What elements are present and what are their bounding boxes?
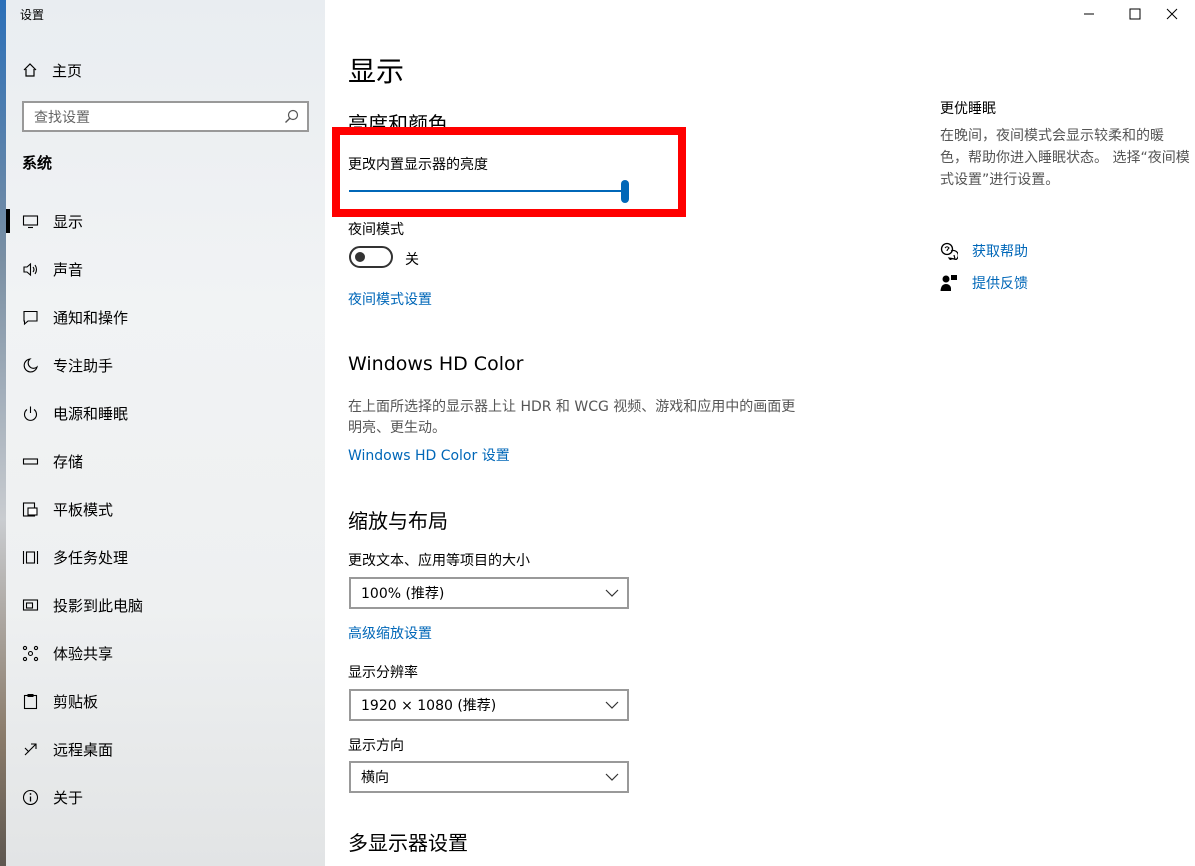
sidebar-item-label: 剪贴板 — [53, 692, 99, 711]
close-button[interactable] — [1149, 0, 1195, 28]
night-mode-settings-link[interactable]: 夜间模式设置 — [348, 289, 432, 309]
multi-display-section-title: 多显示器设置 — [348, 831, 468, 855]
sidebar-item-shared-experiences[interactable]: 体验共享 — [6, 629, 325, 677]
give-feedback-link[interactable]: 提供反馈 — [940, 273, 1028, 293]
project-icon — [22, 597, 39, 614]
sidebar-item-power-sleep[interactable]: 电源和睡眠 — [6, 389, 325, 437]
remote-desktop-icon — [22, 741, 39, 758]
sidebar-item-sound[interactable]: 声音 — [6, 245, 325, 293]
sidebar-item-label: 显示 — [53, 212, 84, 231]
feedback-icon — [940, 275, 957, 291]
home-icon — [23, 63, 37, 77]
sidebar-item-label: 专注助手 — [53, 356, 114, 375]
sidebar-item-label: 关于 — [53, 788, 84, 807]
night-mode-toggle[interactable] — [349, 246, 393, 268]
monitor-icon — [22, 213, 39, 230]
page-title: 显示 — [348, 55, 405, 88]
sidebar-item-label: 通知和操作 — [53, 308, 129, 327]
sidebar-item-focus-assist[interactable]: 专注助手 — [6, 341, 325, 389]
orientation-dropdown[interactable]: 横向 — [349, 761, 629, 793]
chevron-down-icon — [605, 589, 619, 597]
orientation-value: 横向 — [361, 770, 389, 786]
get-help-link[interactable]: 获取帮助 — [940, 241, 1028, 261]
clipboard-icon — [22, 693, 39, 710]
power-icon — [22, 405, 39, 422]
chevron-down-icon — [605, 701, 619, 709]
scale-dropdown[interactable]: 100% (推荐) — [349, 577, 629, 609]
sidebar-item-project-to-pc[interactable]: 投影到此电脑 — [6, 581, 325, 629]
search-icon — [285, 109, 299, 123]
sidebar: 设置 主页 查找设置 系统 显示 声音 通知和操作 专注助手 电源和睡眠 存储 … — [6, 0, 325, 866]
share-icon — [22, 645, 39, 662]
brightness-slider[interactable] — [349, 190, 625, 192]
sidebar-item-label: 体验共享 — [53, 644, 114, 663]
related-panel: 更优睡眠 在晚间，夜间模式会显示较柔和的暖色，帮助你进入睡眠状态。 选择“夜间模… — [940, 98, 1190, 191]
search-input[interactable]: 查找设置 — [22, 101, 309, 132]
chevron-down-icon — [605, 773, 619, 781]
sidebar-item-label: 远程桌面 — [53, 740, 114, 759]
get-help-label: 获取帮助 — [972, 244, 1028, 260]
home-button[interactable]: 主页 — [22, 58, 82, 82]
night-mode-state: 关 — [405, 252, 419, 268]
window-title: 设置 — [20, 8, 45, 22]
minimize-icon — [1084, 13, 1094, 15]
maximize-icon — [1129, 8, 1141, 20]
scale-label: 更改文本、应用等项目的大小 — [348, 553, 530, 569]
sidebar-item-remote-desktop[interactable]: 远程桌面 — [6, 725, 325, 773]
minimize-button[interactable] — [1066, 0, 1112, 28]
hdr-description: 在上面所选择的显示器上让 HDR 和 WCG 视频、游戏和应用中的画面更明亮、更… — [348, 399, 796, 436]
sidebar-item-label: 平板模式 — [53, 500, 114, 519]
sidebar-nav: 显示 声音 通知和操作 专注助手 电源和睡眠 存储 平板模式 多任务处理 投影到… — [6, 197, 325, 821]
close-icon — [1166, 8, 1178, 20]
notification-icon — [22, 309, 39, 326]
give-feedback-label: 提供反馈 — [972, 276, 1028, 292]
brightness-label: 更改内置显示器的亮度 — [348, 157, 488, 173]
night-mode-label: 夜间模式 — [348, 222, 404, 238]
sidebar-item-label: 投影到此电脑 — [53, 596, 144, 615]
orientation-label: 显示方向 — [348, 738, 404, 754]
resolution-label: 显示分辨率 — [348, 665, 418, 681]
sidebar-item-notifications[interactable]: 通知和操作 — [6, 293, 325, 341]
toggle-knob — [355, 252, 365, 262]
multitask-icon — [22, 549, 39, 566]
main-content: 显示 亮度和颜色 更改内置显示器的亮度 夜间模式 关 夜间模式设置 Window… — [325, 0, 1195, 866]
sidebar-item-clipboard[interactable]: 剪贴板 — [6, 677, 325, 725]
help-chat-icon — [940, 242, 958, 260]
search-placeholder: 查找设置 — [34, 109, 90, 126]
sidebar-item-display[interactable]: 显示 — [6, 197, 325, 245]
moon-icon — [22, 357, 39, 374]
resolution-value: 1920 × 1080 (推荐) — [361, 698, 497, 714]
sidebar-item-label: 电源和睡眠 — [53, 404, 129, 423]
scale-value: 100% (推荐) — [361, 586, 445, 602]
info-icon — [22, 789, 39, 806]
home-label: 主页 — [52, 61, 83, 80]
hdr-section-title: Windows HD Color — [348, 353, 524, 375]
advanced-scaling-link[interactable]: 高级缩放设置 — [348, 623, 432, 643]
sidebar-item-multitasking[interactable]: 多任务处理 — [6, 533, 325, 581]
related-title: 更优睡眠 — [940, 101, 996, 117]
sidebar-item-tablet-mode[interactable]: 平板模式 — [6, 485, 325, 533]
section-title-system: 系统 — [22, 154, 53, 172]
sidebar-item-storage[interactable]: 存储 — [6, 437, 325, 485]
sidebar-item-label: 声音 — [53, 260, 84, 279]
sidebar-item-label: 多任务处理 — [53, 548, 129, 567]
tablet-icon — [22, 501, 39, 518]
sidebar-item-label: 存储 — [53, 452, 84, 471]
resolution-dropdown[interactable]: 1920 × 1080 (推荐) — [349, 689, 629, 721]
sidebar-item-about[interactable]: 关于 — [6, 773, 325, 821]
brightness-slider-thumb[interactable] — [621, 180, 629, 203]
related-description: 在晚间，夜间模式会显示较柔和的暖色，帮助你进入睡眠状态。 选择“夜间模式设置”进… — [940, 128, 1190, 188]
hdr-settings-link[interactable]: Windows HD Color 设置 — [348, 445, 510, 465]
storage-icon — [22, 453, 39, 470]
scale-section-title: 缩放与布局 — [348, 509, 448, 533]
speaker-icon — [22, 261, 39, 278]
